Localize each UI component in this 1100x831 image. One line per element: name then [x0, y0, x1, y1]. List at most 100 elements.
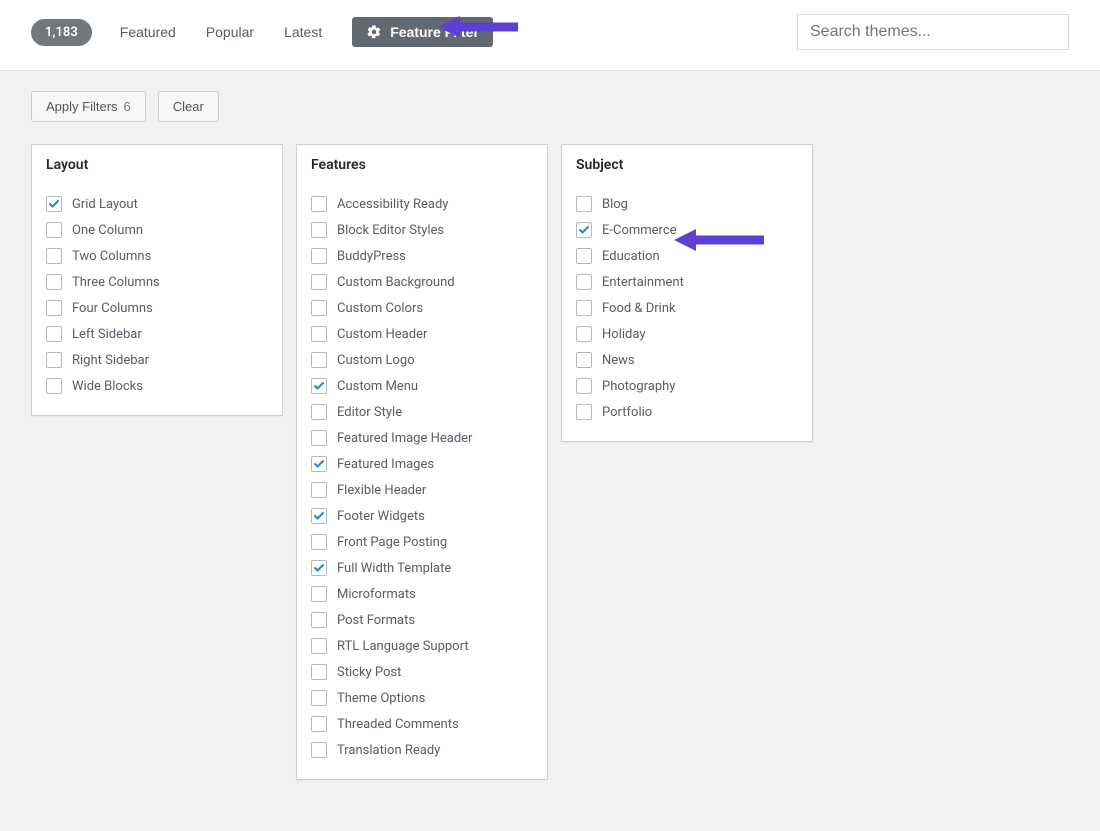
layout-panel: Layout Grid Layout One ColumnTwo Columns T…: [31, 144, 283, 416]
filter-checkbox-row[interactable]: Theme Options: [311, 685, 533, 711]
clear-button[interactable]: Clear: [158, 91, 219, 122]
filter-checkbox-row[interactable]: RTL Language Support: [311, 633, 533, 659]
filter-checkbox-row[interactable]: Post Formats: [311, 607, 533, 633]
checkbox-label: Microformats: [337, 587, 416, 602]
checkbox-label: Left Sidebar: [72, 327, 142, 342]
checkbox-icon: [576, 222, 592, 238]
layout-panel-title: Layout: [32, 145, 282, 187]
checkbox-label: Front Page Posting: [337, 535, 447, 550]
checkbox-icon: [46, 352, 62, 368]
features-panel-title: Features: [297, 145, 547, 187]
features-panel: Features Accessibility Ready Block Editor…: [296, 144, 548, 780]
filter-checkbox-row[interactable]: Wide Blocks: [46, 373, 268, 399]
checkbox-label: Custom Logo: [337, 353, 415, 368]
checkbox-icon: [46, 326, 62, 342]
checkbox-icon: [576, 378, 592, 394]
checkbox-icon: [311, 222, 327, 238]
checkbox-label: BuddyPress: [337, 249, 406, 264]
filter-checkbox-row[interactable]: Portfolio: [576, 399, 798, 425]
filter-checkbox-row[interactable]: Block Editor Styles: [311, 217, 533, 243]
checkbox-label: Custom Background: [337, 275, 455, 290]
checkbox-icon: [311, 690, 327, 706]
checkbox-icon: [311, 612, 327, 628]
apply-filters-label: Apply Filters: [46, 99, 118, 114]
filter-checkbox-row[interactable]: Two Columns: [46, 243, 268, 269]
header-left: 1,183 Featured Popular Latest Feature Fi…: [31, 16, 493, 48]
checkbox-label: Custom Colors: [337, 301, 423, 316]
apply-filters-count: 6: [124, 99, 131, 114]
filter-checkbox-row[interactable]: Custom Background: [311, 269, 533, 295]
tab-latest[interactable]: Latest: [270, 16, 336, 48]
annotation-arrow-ecommerce: [674, 227, 764, 253]
checkbox-label: Full Width Template: [337, 561, 451, 576]
filter-checkbox-row[interactable]: Blog: [576, 191, 798, 217]
filter-checkbox-row[interactable]: Photography: [576, 373, 798, 399]
checkbox-icon: [576, 248, 592, 264]
checkbox-icon: [311, 196, 327, 212]
filter-checkbox-row[interactable]: Microformats: [311, 581, 533, 607]
checkbox-icon: [311, 326, 327, 342]
checkbox-label: Threaded Comments: [337, 717, 459, 732]
filter-checkbox-row[interactable]: Featured Image Header: [311, 425, 533, 451]
filter-checkbox-row[interactable]: One Column: [46, 217, 268, 243]
filter-checkbox-row[interactable]: Translation Ready: [311, 737, 533, 763]
filter-checkbox-row[interactable]: Custom Header: [311, 321, 533, 347]
filter-checkbox-row[interactable]: Left Sidebar: [46, 321, 268, 347]
filter-checkbox-row[interactable]: Accessibility Ready: [311, 191, 533, 217]
theme-count-badge: 1,183: [31, 19, 92, 46]
filter-checkbox-row[interactable]: BuddyPress: [311, 243, 533, 269]
checkbox-icon: [46, 196, 62, 212]
checkbox-label: Block Editor Styles: [337, 223, 444, 238]
filter-checkbox-row[interactable]: Food & Drink: [576, 295, 798, 321]
filter-checkbox-row[interactable]: Full Width Template: [311, 555, 533, 581]
gear-icon: [366, 24, 382, 40]
checkbox-icon: [46, 378, 62, 394]
checkbox-label: Portfolio: [602, 405, 652, 420]
checkbox-icon: [576, 404, 592, 420]
checkbox-label: Food & Drink: [602, 301, 676, 316]
checkbox-label: Editor Style: [337, 405, 402, 420]
checkbox-icon: [576, 196, 592, 212]
search-input[interactable]: [797, 14, 1069, 50]
filter-checkbox-row[interactable]: Custom Menu: [311, 373, 533, 399]
filter-checkbox-row[interactable]: Editor Style: [311, 399, 533, 425]
filter-checkbox-row[interactable]: Custom Colors: [311, 295, 533, 321]
checkbox-label: Education: [602, 249, 660, 264]
filter-content: Apply Filters 6 Clear Layout Grid Layout…: [0, 71, 1100, 800]
filter-checkbox-row[interactable]: Holiday: [576, 321, 798, 347]
checkbox-icon: [311, 248, 327, 264]
layout-list: Grid Layout One ColumnTwo Columns Three Co…: [32, 187, 282, 415]
filter-checkbox-row[interactable]: Footer Widgets: [311, 503, 533, 529]
apply-filters-button[interactable]: Apply Filters 6: [31, 91, 146, 122]
filter-checkbox-row[interactable]: Three Columns: [46, 269, 268, 295]
checkbox-icon: [311, 560, 327, 576]
filter-checkbox-row[interactable]: Grid Layout: [46, 191, 268, 217]
checkbox-label: E-Commerce: [602, 223, 677, 238]
filter-checkbox-row[interactable]: Four Columns: [46, 295, 268, 321]
checkbox-icon: [311, 742, 327, 758]
filter-checkbox-row[interactable]: Sticky Post: [311, 659, 533, 685]
filter-checkbox-row[interactable]: Threaded Comments: [311, 711, 533, 737]
filter-checkbox-row[interactable]: Front Page Posting: [311, 529, 533, 555]
tab-featured[interactable]: Featured: [106, 16, 190, 48]
checkbox-label: Grid Layout: [72, 197, 138, 212]
checkbox-label: Accessibility Ready: [337, 197, 448, 212]
checkbox-label: Right Sidebar: [72, 353, 149, 368]
features-list: Accessibility Ready Block Editor Styles Bu…: [297, 187, 547, 779]
filter-checkbox-row[interactable]: News: [576, 347, 798, 373]
tab-popular[interactable]: Popular: [192, 16, 268, 48]
checkbox-icon: [311, 638, 327, 654]
filter-checkbox-row[interactable]: Flexible Header: [311, 477, 533, 503]
filter-checkbox-row[interactable]: Custom Logo: [311, 347, 533, 373]
checkbox-label: RTL Language Support: [337, 639, 469, 654]
checkbox-icon: [311, 716, 327, 732]
filter-checkbox-row[interactable]: Featured Images: [311, 451, 533, 477]
checkbox-label: Custom Header: [337, 327, 427, 342]
checkbox-icon: [576, 300, 592, 316]
filter-checkbox-row[interactable]: Entertainment: [576, 269, 798, 295]
checkbox-icon: [311, 404, 327, 420]
checkbox-label: Three Columns: [72, 275, 160, 290]
filter-checkbox-row[interactable]: Right Sidebar: [46, 347, 268, 373]
checkbox-label: Footer Widgets: [337, 509, 425, 524]
checkbox-label: Flexible Header: [337, 483, 426, 498]
